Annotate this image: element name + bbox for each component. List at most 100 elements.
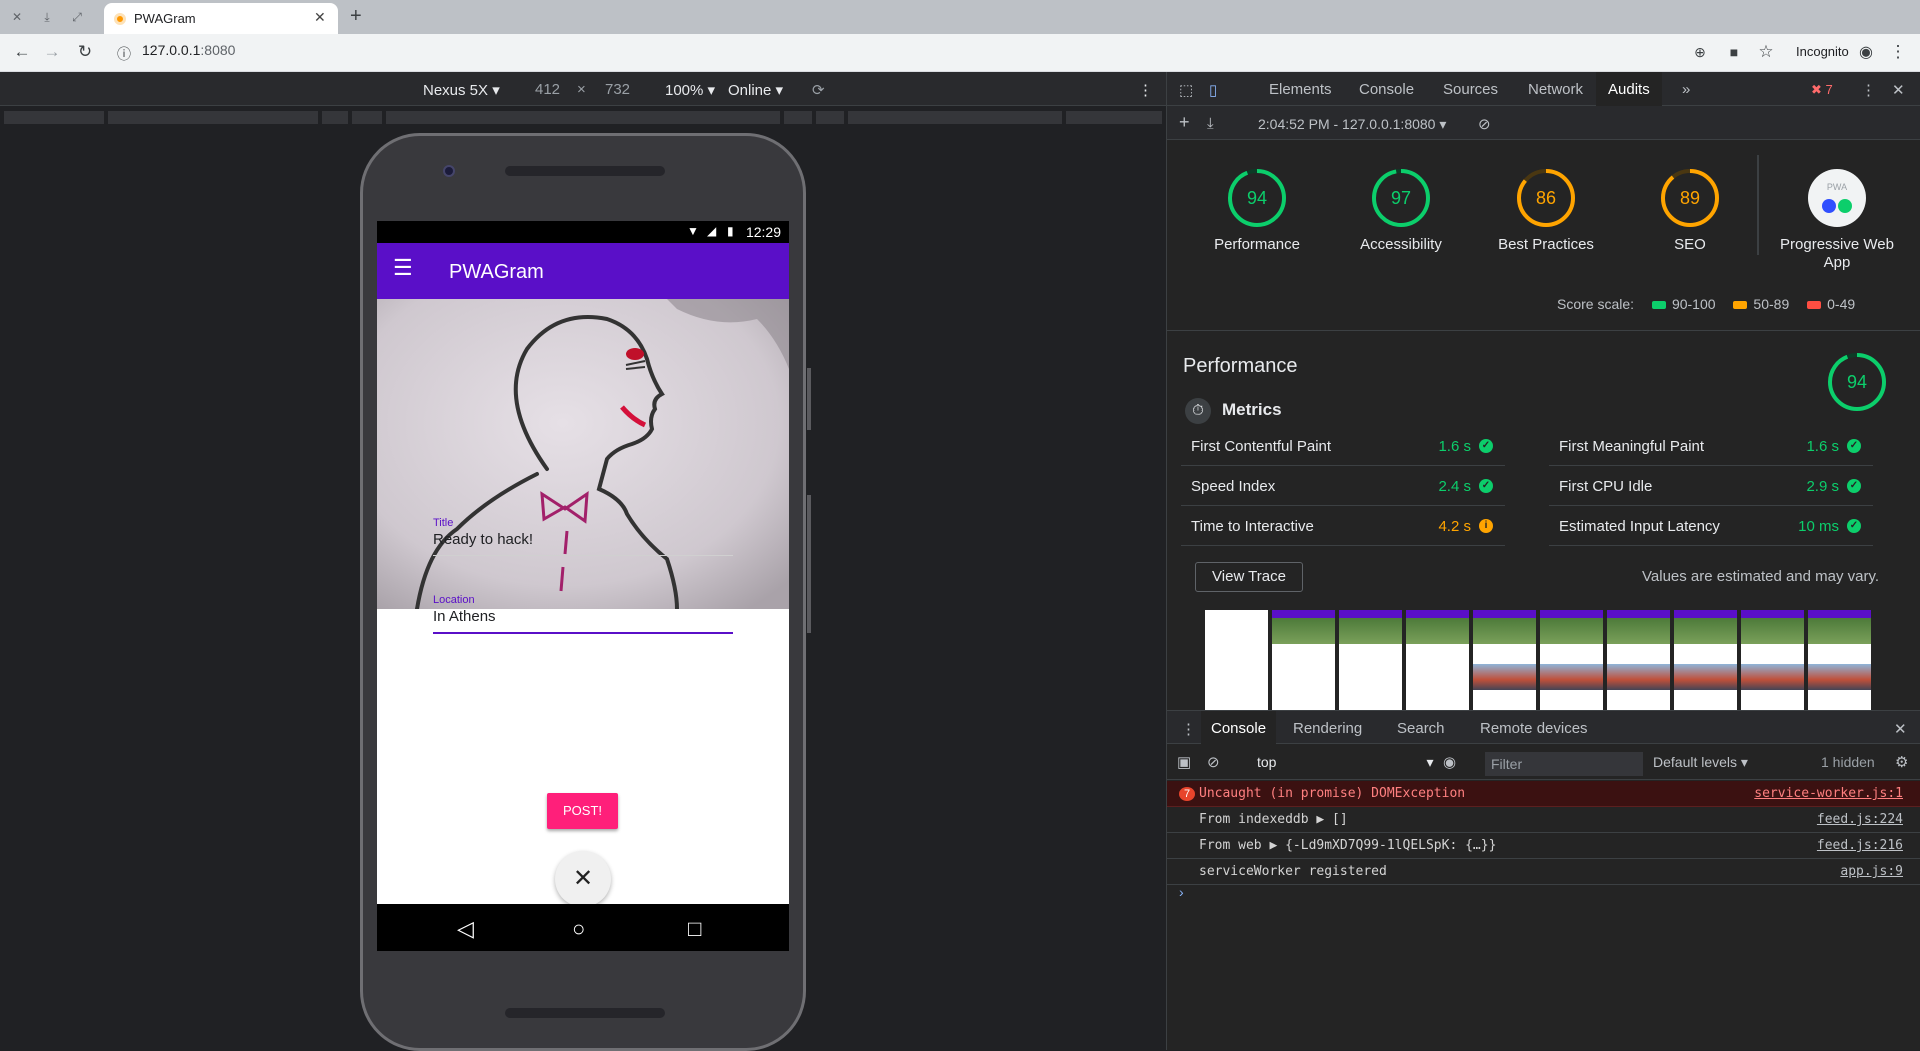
rotate-icon[interactable]: ⟳	[812, 81, 825, 99]
media-query-segment[interactable]	[848, 111, 1062, 124]
close-devtools-icon[interactable]: ✕	[1892, 81, 1905, 99]
gauge-pwa[interactable]: PWA Progressive Web App	[1767, 168, 1907, 272]
location-input[interactable]: In Athens	[433, 608, 496, 625]
pass-check-icon: ✓	[1479, 479, 1493, 493]
drawer-tab-search[interactable]: Search	[1397, 720, 1445, 737]
console-source-link[interactable]: service-worker.js:1	[1754, 786, 1903, 801]
browser-menu-icon[interactable]: ⋮	[1888, 42, 1908, 62]
browser-tab[interactable]: PWAGram ✕	[104, 3, 338, 34]
nav-back-icon[interactable]: ◁	[457, 916, 474, 942]
drawer-tab-rendering[interactable]: Rendering	[1293, 720, 1362, 737]
console-source-link[interactable]: feed.js:224	[1817, 812, 1903, 827]
bottom-speaker	[505, 1008, 665, 1018]
media-query-segment[interactable]	[352, 111, 382, 124]
incognito-icon[interactable]: ◉	[1856, 42, 1876, 62]
nav-home-icon[interactable]: ○	[572, 916, 585, 942]
reload-icon[interactable]: ↻	[75, 42, 95, 62]
forward-icon[interactable]: →	[42, 42, 62, 62]
error-count: 7	[1825, 82, 1833, 97]
gauge-seo[interactable]: 89 SEO	[1630, 168, 1750, 254]
more-tabs-icon[interactable]: »	[1682, 81, 1690, 98]
gauge-accessibility[interactable]: 97 Accessibility	[1341, 168, 1461, 254]
report-selector-value: 2:04:52 PM - 127.0.0.1:8080	[1258, 116, 1436, 132]
filmstrip	[1205, 610, 1877, 710]
devtools-menu-icon[interactable]: ⋮	[1861, 81, 1876, 99]
tab-audits[interactable]: Audits	[1596, 72, 1662, 106]
tab-console[interactable]: Console	[1359, 81, 1414, 98]
info-icon[interactable]: ⓘ	[114, 44, 134, 64]
console-error-row[interactable]: 7 Uncaught (in promise) DOMException ser…	[1167, 781, 1920, 807]
maximize-window-icon[interactable]: ⤢	[70, 10, 84, 24]
clear-reports-icon[interactable]: ⊘	[1478, 115, 1491, 133]
camera-icon[interactable]: ■	[1724, 44, 1744, 60]
gauge-performance[interactable]: 94 Performance	[1197, 168, 1317, 254]
levels-select[interactable]: Default levels ▾	[1653, 754, 1748, 771]
nav-recents-icon[interactable]: □	[688, 916, 701, 942]
console-filter-input[interactable]: Filter	[1485, 752, 1643, 776]
inspect-element-icon[interactable]: ⬚	[1179, 81, 1193, 99]
tab-elements[interactable]: Elements	[1269, 81, 1332, 98]
report-select[interactable]: 2:04:52 PM - 127.0.0.1:8080 ▾	[1258, 116, 1446, 133]
drawer-tab-console[interactable]: Console	[1201, 711, 1277, 745]
close-tab-icon[interactable]: ✕	[314, 9, 326, 26]
media-query-segment[interactable]	[784, 111, 812, 124]
height-input[interactable]: 732	[605, 81, 630, 98]
filmstrip-frame	[1607, 610, 1672, 710]
console-source-link[interactable]: feed.js:216	[1817, 838, 1903, 853]
error-badge[interactable]: ✖ 7	[1811, 82, 1833, 98]
context-select[interactable]: top ▾	[1257, 754, 1434, 771]
context-value: top	[1257, 754, 1277, 770]
filmstrip-frame	[1406, 610, 1471, 710]
media-query-segment[interactable]	[322, 111, 348, 124]
metric-row: First CPU Idle 2.9 s ✓	[1549, 466, 1873, 506]
title-input[interactable]: Ready to hack!	[433, 531, 533, 548]
zoom-select[interactable]: 100% ▾	[665, 81, 715, 99]
location-icon[interactable]: ⊕	[1690, 44, 1710, 61]
drawer-menu-icon[interactable]: ⋮	[1181, 720, 1196, 738]
media-query-segment[interactable]	[1066, 111, 1162, 124]
clear-console-icon[interactable]: ⊘	[1207, 753, 1220, 771]
console-log-row[interactable]: From indexeddb ▶ [] feed.js:224	[1167, 807, 1920, 833]
metric-row: First Contentful Paint 1.6 s ✓	[1181, 426, 1505, 466]
back-icon[interactable]: ←	[12, 42, 32, 62]
close-fab-button[interactable]: ✕	[555, 851, 611, 907]
download-report-icon[interactable]: ⤓	[1207, 115, 1214, 132]
console-prompt-icon[interactable]: ›	[1179, 884, 1184, 900]
console-settings-icon[interactable]: ⚙	[1895, 753, 1908, 771]
media-query-segment[interactable]	[108, 111, 318, 124]
close-drawer-icon[interactable]: ✕	[1894, 720, 1907, 738]
new-audit-icon[interactable]: +	[1179, 112, 1190, 133]
console-sidebar-icon[interactable]: ▣	[1177, 753, 1191, 771]
filmstrip-frame	[1339, 610, 1404, 710]
address-bar[interactable]: 127.0.0.1:8080	[142, 42, 235, 58]
width-input[interactable]: 412	[535, 81, 560, 98]
pass-check-icon: ✓	[1847, 479, 1861, 493]
hamburger-menu-icon[interactable]: ☰	[393, 257, 415, 279]
network-select[interactable]: Online ▾	[728, 81, 783, 99]
console-source-link[interactable]: app.js:9	[1840, 864, 1903, 879]
gauge-label: SEO	[1674, 236, 1706, 253]
minimize-window-icon[interactable]: ⤓	[40, 10, 54, 24]
media-query-segment[interactable]	[816, 111, 844, 124]
tab-network[interactable]: Network	[1528, 81, 1583, 98]
filmstrip-frame	[1741, 610, 1806, 710]
close-window-icon[interactable]: ✕	[10, 10, 24, 24]
tab-sources[interactable]: Sources	[1443, 81, 1498, 98]
view-trace-button[interactable]: View Trace	[1195, 562, 1303, 592]
live-expression-eye-icon[interactable]: ◉	[1443, 753, 1456, 771]
media-query-segment[interactable]	[4, 111, 104, 124]
gauge-ring: 94	[1228, 169, 1286, 227]
drawer-tab-remote-devices[interactable]: Remote devices	[1480, 720, 1588, 737]
console-log-row[interactable]: serviceWorker registered app.js:9	[1167, 859, 1920, 885]
app-bar: ☰ PWAGram	[377, 243, 789, 299]
new-tab-button[interactable]: +	[350, 5, 362, 28]
device-select[interactable]: Nexus 5X ▾	[423, 81, 500, 99]
media-query-segment[interactable]	[386, 111, 780, 124]
post-button[interactable]: POST!	[547, 793, 618, 829]
android-status-bar: ▼ ◢ ▮ 12:29	[377, 221, 789, 243]
bookmark-star-icon[interactable]: ☆	[1756, 42, 1776, 62]
device-toggle-icon[interactable]: ▯	[1209, 81, 1217, 99]
console-log-row[interactable]: From web ▶ {-Ld9mXD7Q99-1lQELSpK: {…}} f…	[1167, 833, 1920, 859]
device-menu-icon[interactable]: ⋮	[1138, 81, 1153, 99]
gauge-best-practices[interactable]: 86 Best Practices	[1486, 168, 1606, 254]
